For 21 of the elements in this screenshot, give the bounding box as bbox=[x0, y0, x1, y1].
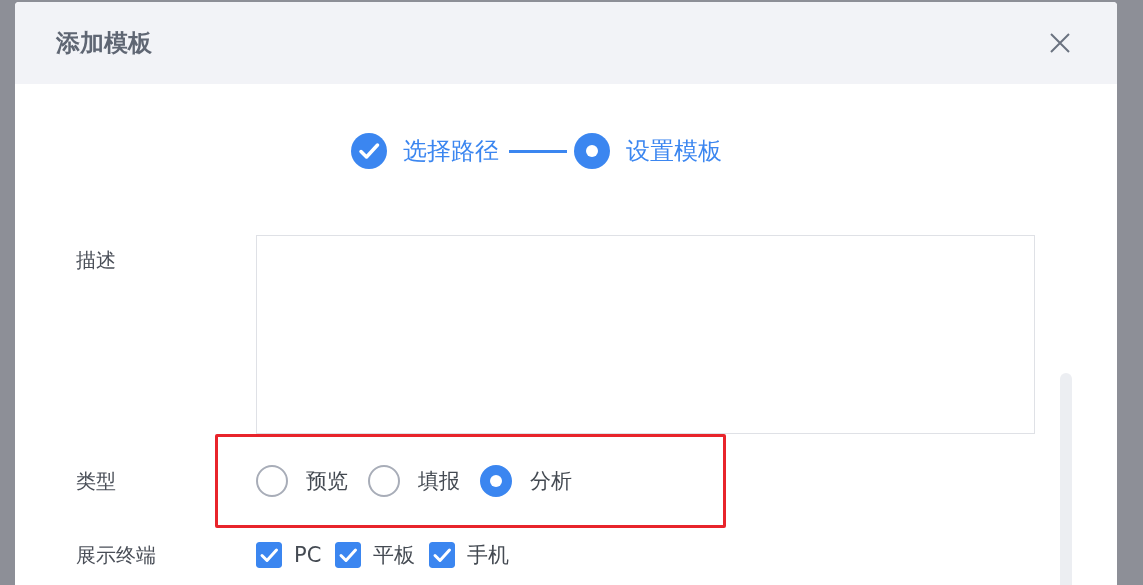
description-field[interactable] bbox=[256, 235, 1035, 434]
radio-label[interactable]: 填报 bbox=[418, 467, 460, 495]
close-icon[interactable] bbox=[1049, 32, 1071, 54]
checkbox[interactable] bbox=[429, 542, 456, 568]
step-connector bbox=[508, 149, 567, 153]
checkbox[interactable] bbox=[256, 542, 282, 568]
field-label: 展示终端 bbox=[76, 541, 157, 569]
checkbox-label[interactable]: PC bbox=[294, 543, 322, 567]
field-label: 描述 bbox=[76, 247, 117, 274]
checkbox[interactable] bbox=[335, 542, 362, 568]
radio-button[interactable] bbox=[368, 465, 400, 497]
checkbox-label[interactable]: 手机 bbox=[467, 541, 510, 569]
radio-label[interactable]: 分析 bbox=[530, 467, 572, 495]
step-label: 选择路径 bbox=[402, 136, 499, 167]
checkbox-label[interactable]: 平板 bbox=[373, 541, 416, 569]
step-label: 设置模板 bbox=[625, 136, 722, 167]
radio-button[interactable] bbox=[480, 465, 512, 497]
field-label: 类型 bbox=[76, 467, 117, 495]
dialog-title: 添加模板 bbox=[56, 28, 152, 59]
radio-label[interactable]: 预览 bbox=[306, 467, 348, 495]
radio-button[interactable] bbox=[256, 465, 288, 497]
